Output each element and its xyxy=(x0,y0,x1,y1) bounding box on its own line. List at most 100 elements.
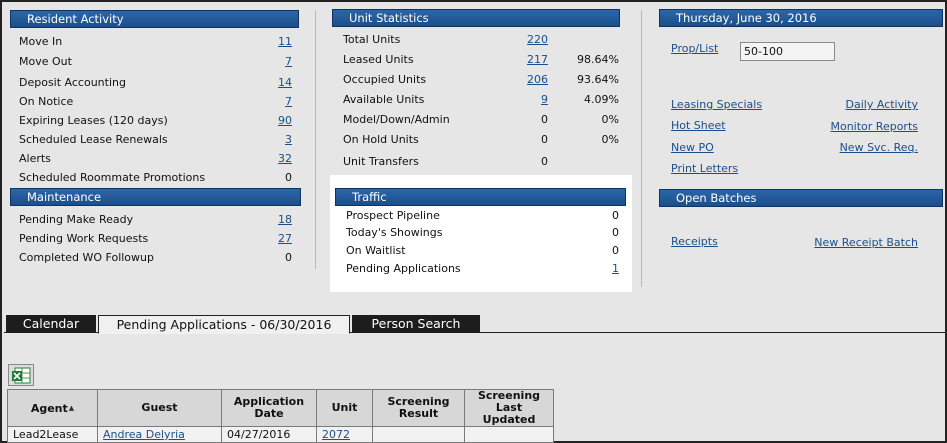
cell-guest[interactable]: Andrea Delyria xyxy=(97,426,222,443)
column-header-unit[interactable]: Unit xyxy=(316,389,373,427)
count-link[interactable]: 9 xyxy=(541,92,548,108)
date-header: Thursday, June 30, 2016 xyxy=(659,9,943,27)
resident-activity-header: Resident Activity xyxy=(10,10,299,28)
current-date: Thursday, June 30, 2016 xyxy=(676,11,817,25)
new-svc-req-link[interactable]: New Svc. Req. xyxy=(840,141,918,154)
list-item-label: Leased Units xyxy=(343,53,414,66)
unit-statistics-title: Unit Statistics xyxy=(349,11,429,25)
tab-pending-applications-label: Pending Applications - 06/30/2016 xyxy=(116,317,332,332)
count-link[interactable]: 7 xyxy=(285,54,292,70)
count-value: 0 xyxy=(541,155,548,168)
list-item: Unit Transfers 0 xyxy=(343,154,619,170)
unit-header-label: Unit xyxy=(331,401,358,414)
hot-sheet-link[interactable]: Hot Sheet xyxy=(671,119,726,132)
open-batches-title: Open Batches xyxy=(676,191,757,205)
list-item-label: Pending Applications xyxy=(346,262,461,275)
column-header-application-date[interactable]: Application Date xyxy=(221,389,317,427)
count-value: 0 xyxy=(285,251,292,264)
count-link[interactable]: 18 xyxy=(278,212,292,228)
column-divider-left xyxy=(315,10,316,269)
cell-screening-last-updated xyxy=(464,426,554,443)
agent-header-label: Agent xyxy=(30,401,68,415)
count-link[interactable]: 220 xyxy=(527,32,548,48)
count-value: 0 xyxy=(285,171,292,184)
list-item-label: Total Units xyxy=(343,33,401,46)
prop-list-link[interactable]: Prop/List xyxy=(671,42,718,55)
unit-link[interactable]: 2072 xyxy=(322,428,350,441)
column-header-guest[interactable]: Guest xyxy=(97,389,222,427)
cell-unit[interactable]: 2072 xyxy=(316,426,373,443)
list-item-label: Deposit Accounting xyxy=(19,76,126,89)
count-value: 0 xyxy=(612,244,619,257)
list-item: Completed WO Followup 0 xyxy=(19,250,292,266)
count-link[interactable]: 3 xyxy=(285,132,292,148)
leasing-specials-link[interactable]: Leasing Specials xyxy=(671,98,762,111)
count-link[interactable]: 1 xyxy=(612,261,619,277)
count-link[interactable]: 11 xyxy=(278,34,292,50)
count-link[interactable]: 217 xyxy=(527,52,548,68)
list-item: Today's Showings 0 xyxy=(346,225,619,241)
list-item-label: Today's Showings xyxy=(346,226,443,239)
tab-person-search[interactable]: Person Search xyxy=(352,315,480,333)
list-item-label: On Hold Units xyxy=(343,133,419,146)
tab-calendar[interactable]: Calendar xyxy=(6,315,96,333)
list-item-label: Pending Work Requests xyxy=(19,232,149,245)
list-item-label: Scheduled Lease Renewals xyxy=(19,133,168,146)
maintenance-header: Maintenance xyxy=(10,188,301,206)
count-value: 0 xyxy=(541,133,548,146)
tab-bar: Calendar Pending Applications - 06/30/20… xyxy=(4,315,947,334)
dashboard-frame: Resident Activity Move In 11 Move Out 7 Depo… xyxy=(0,0,947,443)
daily-activity-link[interactable]: Daily Activity xyxy=(846,98,918,111)
column-header-agent[interactable]: Agent▲ xyxy=(7,389,98,427)
new-po-link[interactable]: New PO xyxy=(671,141,714,154)
prop-list-input[interactable]: 50-100 xyxy=(740,42,835,61)
list-item-label: Expiring Leases (120 days) xyxy=(19,114,168,127)
count-link[interactable]: 90 xyxy=(278,113,292,129)
count-link[interactable]: 27 xyxy=(278,231,292,247)
list-item: Move Out 7 xyxy=(19,54,292,70)
count-value: 0 xyxy=(541,113,548,126)
percentage-value: 93.64% xyxy=(577,73,619,86)
cell-application-date: 04/27/2016 xyxy=(221,426,317,443)
resident-activity-title: Resident Activity xyxy=(27,12,124,26)
tab-calendar-label: Calendar xyxy=(22,316,80,331)
count-link[interactable]: 206 xyxy=(527,72,548,88)
screening-last-updated-header-label: Screening Last Updated xyxy=(477,389,541,426)
unit-statistics-header: Unit Statistics xyxy=(332,9,620,27)
list-item-label: Available Units xyxy=(343,93,425,106)
percentage-value: 4.09% xyxy=(584,93,619,106)
cell-agent: Lead2Lease xyxy=(7,426,98,443)
receipts-link[interactable]: Receipts xyxy=(671,235,718,248)
list-item-label: Unit Transfers xyxy=(343,155,419,168)
excel-export-icon[interactable] xyxy=(8,364,34,386)
list-item: Pending Applications 1 xyxy=(346,261,619,277)
list-item: On Notice 7 xyxy=(19,94,292,110)
guest-link[interactable]: Andrea Delyria xyxy=(103,428,185,441)
list-item-label: On Waitlist xyxy=(346,244,406,257)
tab-person-search-label: Person Search xyxy=(371,316,461,331)
monitor-reports-link[interactable]: Monitor Reports xyxy=(830,120,918,133)
count-link[interactable]: 14 xyxy=(278,75,292,91)
table-row: Lead2Lease Andrea Delyria 04/27/2016 207… xyxy=(7,426,554,443)
new-receipt-batch-link[interactable]: New Receipt Batch xyxy=(814,236,918,249)
list-item: On Waitlist 0 xyxy=(346,243,619,259)
print-letters-link[interactable]: Print Letters xyxy=(671,162,738,175)
list-item: Expiring Leases (120 days) 90 xyxy=(19,113,292,129)
list-item-label: Move Out xyxy=(19,55,72,68)
list-item-label: Completed WO Followup xyxy=(19,251,154,264)
count-link[interactable]: 7 xyxy=(285,94,292,110)
list-item: Model/Down/Admin 0 0% xyxy=(343,112,619,128)
list-item-label: Scheduled Roommate Promotions xyxy=(19,171,206,184)
tab-pending-applications[interactable]: Pending Applications - 06/30/2016 xyxy=(98,315,350,334)
list-item: Leased Units 217 98.64% xyxy=(343,52,619,68)
list-item: Scheduled Lease Renewals 3 xyxy=(19,132,292,148)
list-item: Occupied Units 206 93.64% xyxy=(343,72,619,88)
traffic-header: Traffic xyxy=(335,188,626,206)
cell-screening-result xyxy=(372,426,465,443)
list-item: Prospect Pipeline 0 xyxy=(346,208,619,224)
column-header-screening-last-updated[interactable]: Screening Last Updated xyxy=(464,389,554,427)
list-item-label: Model/Down/Admin xyxy=(343,113,450,126)
list-item-label: Occupied Units xyxy=(343,73,427,86)
column-header-screening-result[interactable]: Screening Result xyxy=(372,389,465,427)
count-link[interactable]: 32 xyxy=(278,151,292,167)
